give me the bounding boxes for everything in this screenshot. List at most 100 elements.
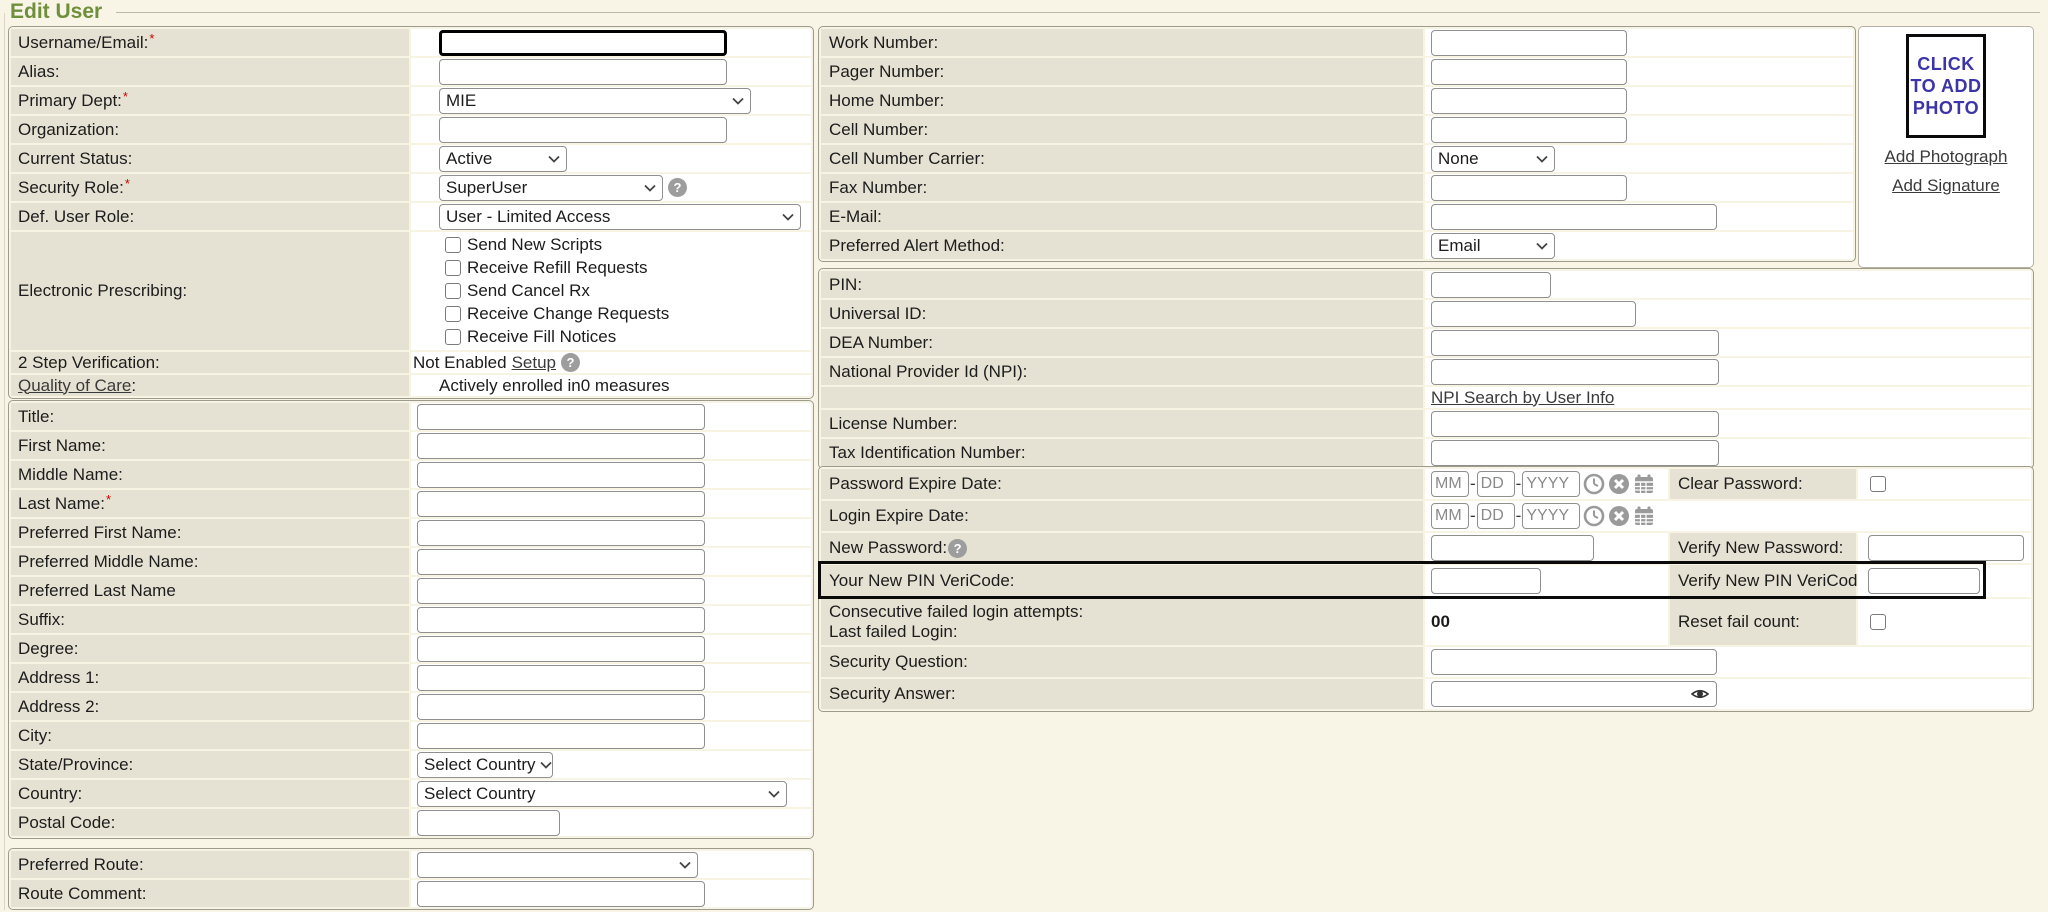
address2-input[interactable] bbox=[417, 694, 705, 720]
country-select[interactable]: Select Country bbox=[417, 781, 787, 807]
help-icon[interactable]: ? bbox=[561, 353, 580, 372]
quality-of-care-link[interactable]: Quality of Care bbox=[18, 376, 131, 396]
alias-input[interactable] bbox=[439, 59, 727, 85]
def-user-role-select[interactable]: User - Limited Access bbox=[439, 204, 801, 230]
checkbox-label: Receive Refill Requests bbox=[467, 258, 647, 278]
primary-dept-select[interactable]: MIE bbox=[439, 88, 751, 114]
clear-date-icon[interactable] bbox=[1608, 505, 1630, 527]
cell-carrier-select[interactable]: None bbox=[1431, 146, 1555, 172]
work-number-input[interactable] bbox=[1431, 30, 1627, 56]
password-expire-dd-input[interactable] bbox=[1477, 471, 1515, 497]
suffix-label: Suffix: bbox=[18, 610, 65, 630]
title-input[interactable] bbox=[417, 404, 705, 430]
universal-id-input[interactable] bbox=[1431, 301, 1636, 327]
clock-icon[interactable] bbox=[1583, 473, 1605, 495]
calendar-icon[interactable] bbox=[1633, 505, 1655, 527]
setup-link[interactable]: Setup bbox=[512, 353, 556, 373]
receive-refill-requests-checkbox[interactable] bbox=[445, 260, 461, 276]
password-expire-yyyy-input[interactable] bbox=[1522, 471, 1580, 497]
receive-fill-notices-checkbox[interactable] bbox=[445, 329, 461, 345]
pin-vericode-input[interactable] bbox=[1431, 568, 1541, 594]
pin-label: PIN: bbox=[829, 275, 862, 295]
verify-pin-vericode-input[interactable] bbox=[1868, 568, 1980, 594]
last-name-input[interactable] bbox=[417, 491, 705, 517]
last-name-label: Last Name: bbox=[18, 494, 105, 514]
login-expire-date-group bbox=[1431, 503, 1655, 529]
help-icon[interactable]: ? bbox=[668, 178, 687, 197]
row-city: City: bbox=[11, 722, 811, 749]
pager-number-input[interactable] bbox=[1431, 59, 1627, 85]
preferred-route-select[interactable] bbox=[417, 852, 698, 878]
row-preferred-first-name: Preferred First Name: bbox=[11, 519, 811, 546]
clock-icon[interactable] bbox=[1583, 505, 1605, 527]
home-number-input[interactable] bbox=[1431, 88, 1627, 114]
send-new-scripts-checkbox[interactable] bbox=[445, 237, 461, 253]
login-expire-yyyy-input[interactable] bbox=[1522, 503, 1580, 529]
receive-change-requests-checkbox[interactable] bbox=[445, 306, 461, 322]
alert-method-select[interactable]: Email bbox=[1431, 233, 1555, 259]
preferred-first-name-input[interactable] bbox=[417, 520, 705, 546]
add-photograph-link[interactable]: Add Photograph bbox=[1885, 147, 2008, 167]
dea-number-label: DEA Number: bbox=[829, 333, 933, 353]
def-user-role-value: User - Limited Access bbox=[446, 207, 610, 227]
help-icon[interactable]: ? bbox=[948, 539, 967, 558]
cell-number-input[interactable] bbox=[1431, 117, 1627, 143]
city-input[interactable] bbox=[417, 723, 705, 749]
clear-date-icon[interactable] bbox=[1608, 473, 1630, 495]
npi-search-link[interactable]: NPI Search by User Info bbox=[1431, 388, 1614, 408]
clear-password-checkbox[interactable] bbox=[1870, 476, 1886, 492]
required-asterisk: * bbox=[149, 31, 154, 46]
send-cancel-rx-checkbox[interactable] bbox=[445, 283, 461, 299]
address1-input[interactable] bbox=[417, 665, 705, 691]
email-input[interactable] bbox=[1431, 204, 1717, 230]
dea-number-input[interactable] bbox=[1431, 330, 1719, 356]
security-question-input[interactable] bbox=[1431, 649, 1717, 675]
fax-number-input[interactable] bbox=[1431, 175, 1627, 201]
new-password-input[interactable] bbox=[1431, 535, 1594, 561]
verify-new-password-input[interactable] bbox=[1868, 535, 2024, 561]
row-country: Country: Select Country bbox=[11, 780, 811, 807]
security-answer-input[interactable] bbox=[1431, 681, 1717, 707]
organization-input[interactable] bbox=[439, 117, 727, 143]
preferred-last-name-input[interactable] bbox=[417, 578, 705, 604]
calendar-icon[interactable] bbox=[1633, 473, 1655, 495]
show-password-eye-icon[interactable] bbox=[1691, 687, 1709, 701]
reset-fail-count-checkbox[interactable] bbox=[1870, 614, 1886, 630]
date-separator bbox=[1515, 506, 1523, 526]
npi-input[interactable] bbox=[1431, 359, 1719, 385]
fieldset-left-border bbox=[4, 13, 5, 910]
degree-input[interactable] bbox=[417, 636, 705, 662]
title-label: Title: bbox=[18, 407, 54, 427]
add-photo-placeholder[interactable]: CLICK TO ADD PHOTO bbox=[1906, 34, 1986, 138]
pin-input[interactable] bbox=[1431, 272, 1551, 298]
alert-method-value: Email bbox=[1438, 236, 1481, 256]
license-number-input[interactable] bbox=[1431, 411, 1719, 437]
password-expire-mm-input[interactable] bbox=[1431, 471, 1469, 497]
current-status-select[interactable]: Active bbox=[439, 146, 567, 172]
username-input[interactable] bbox=[439, 30, 727, 56]
row-work-number: Work Number: bbox=[821, 29, 1853, 56]
login-expire-mm-input[interactable] bbox=[1431, 503, 1469, 529]
preferred-middle-name-input[interactable] bbox=[417, 549, 705, 575]
row-state-province: State/Province: Select Country bbox=[11, 751, 811, 778]
new-password-label: New Password: bbox=[829, 538, 947, 558]
middle-name-input[interactable] bbox=[417, 462, 705, 488]
state-province-select[interactable]: Select Country bbox=[417, 752, 553, 778]
row-pin: PIN: bbox=[821, 271, 2031, 298]
login-expire-dd-input[interactable] bbox=[1477, 503, 1515, 529]
postal-code-input[interactable] bbox=[417, 810, 560, 836]
row-title: Title: bbox=[11, 403, 811, 430]
security-role-select[interactable]: SuperUser bbox=[439, 175, 663, 201]
row-security-question: Security Question: bbox=[821, 647, 2031, 677]
first-name-input[interactable] bbox=[417, 433, 705, 459]
primary-dept-value: MIE bbox=[446, 91, 476, 111]
suffix-input[interactable] bbox=[417, 607, 705, 633]
country-label: Country: bbox=[18, 784, 82, 804]
row-license-number: License Number: bbox=[821, 410, 2031, 437]
row-electronic-prescribing: Electronic Prescribing: Send New Scripts… bbox=[11, 232, 811, 350]
pager-number-label: Pager Number: bbox=[829, 62, 944, 82]
add-signature-link[interactable]: Add Signature bbox=[1892, 176, 2000, 196]
checkbox-label: Receive Change Requests bbox=[467, 304, 669, 324]
tax-id-input[interactable] bbox=[1431, 440, 1719, 466]
route-comment-input[interactable] bbox=[417, 881, 705, 907]
